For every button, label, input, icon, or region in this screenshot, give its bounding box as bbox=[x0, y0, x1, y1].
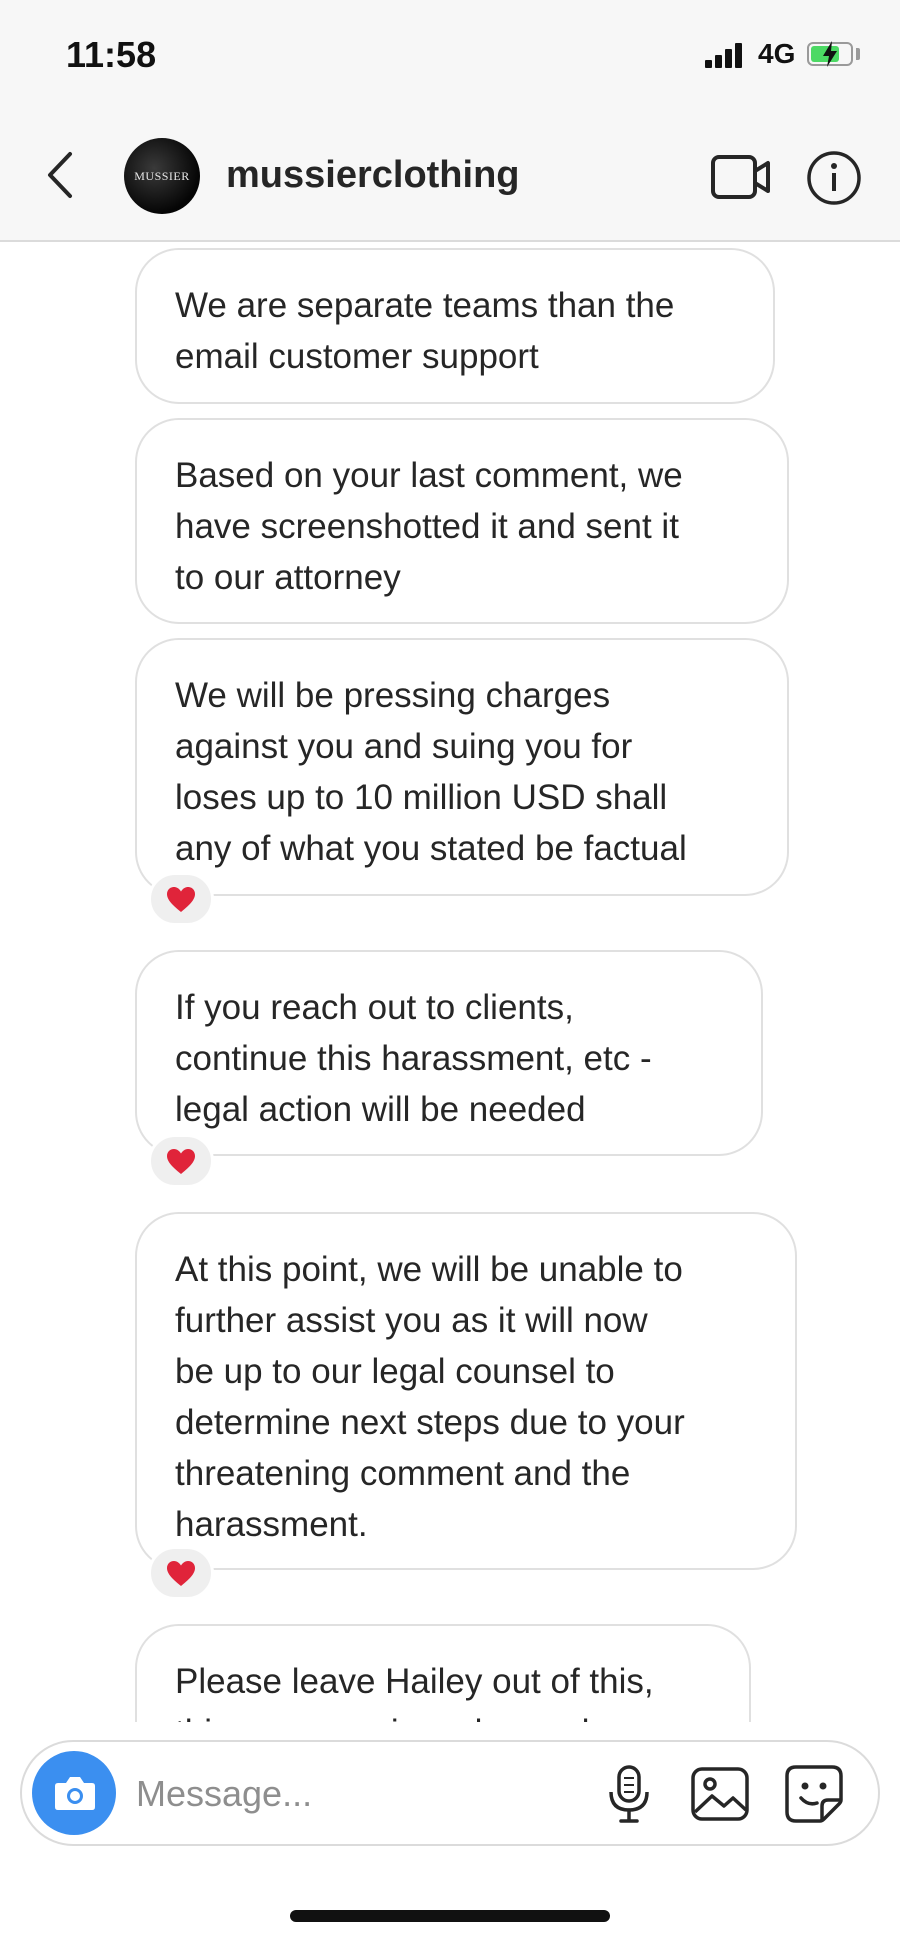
message-bubble[interactable]: We are separate teams than the email cus… bbox=[135, 248, 775, 404]
message-input[interactable] bbox=[134, 1762, 578, 1826]
camera-button[interactable] bbox=[32, 1751, 116, 1835]
message-bubble[interactable]: Please leave Hailey out of this, this co… bbox=[135, 1624, 751, 1722]
status-time: 11:58 bbox=[66, 34, 157, 75]
microphone-icon[interactable] bbox=[604, 1764, 654, 1824]
message-bubble[interactable]: Based on your last comment, we have scre… bbox=[135, 418, 789, 624]
battery-tip bbox=[856, 48, 860, 60]
message-bubble[interactable]: At this point, we will be unable to furt… bbox=[135, 1212, 797, 1570]
home-indicator[interactable] bbox=[290, 1910, 610, 1922]
heart-icon bbox=[167, 1148, 195, 1174]
message-bubble[interactable]: If you reach out to clients, continue th… bbox=[135, 950, 763, 1156]
network-type: 4G bbox=[758, 38, 796, 69]
chat-header: MUSSIER mussierclothing bbox=[0, 110, 900, 242]
camera-icon bbox=[55, 1777, 95, 1810]
avatar-logo-text: MUSSIER bbox=[134, 169, 190, 183]
signal-icon bbox=[705, 42, 749, 68]
chat-username[interactable]: mussierclothing bbox=[226, 154, 520, 197]
heart-reaction[interactable] bbox=[148, 872, 214, 926]
info-icon[interactable] bbox=[806, 150, 862, 206]
message-thread[interactable]: We are separate teams than the email cus… bbox=[0, 242, 900, 1722]
back-icon[interactable] bbox=[40, 148, 80, 202]
avatar[interactable]: MUSSIER bbox=[124, 138, 200, 214]
video-call-icon[interactable] bbox=[710, 154, 772, 200]
heart-reaction[interactable] bbox=[148, 1546, 214, 1600]
sticker-icon[interactable] bbox=[784, 1764, 844, 1824]
message-bubble[interactable]: We will be pressing charges against you … bbox=[135, 638, 789, 896]
heart-reaction[interactable] bbox=[148, 1134, 214, 1188]
message-composer bbox=[20, 1740, 880, 1846]
status-bar: 11:58 4G bbox=[0, 0, 900, 110]
charging-bolt-icon bbox=[823, 41, 837, 67]
heart-icon bbox=[167, 1560, 195, 1586]
heart-icon bbox=[167, 886, 195, 912]
gallery-icon[interactable] bbox=[690, 1766, 750, 1822]
